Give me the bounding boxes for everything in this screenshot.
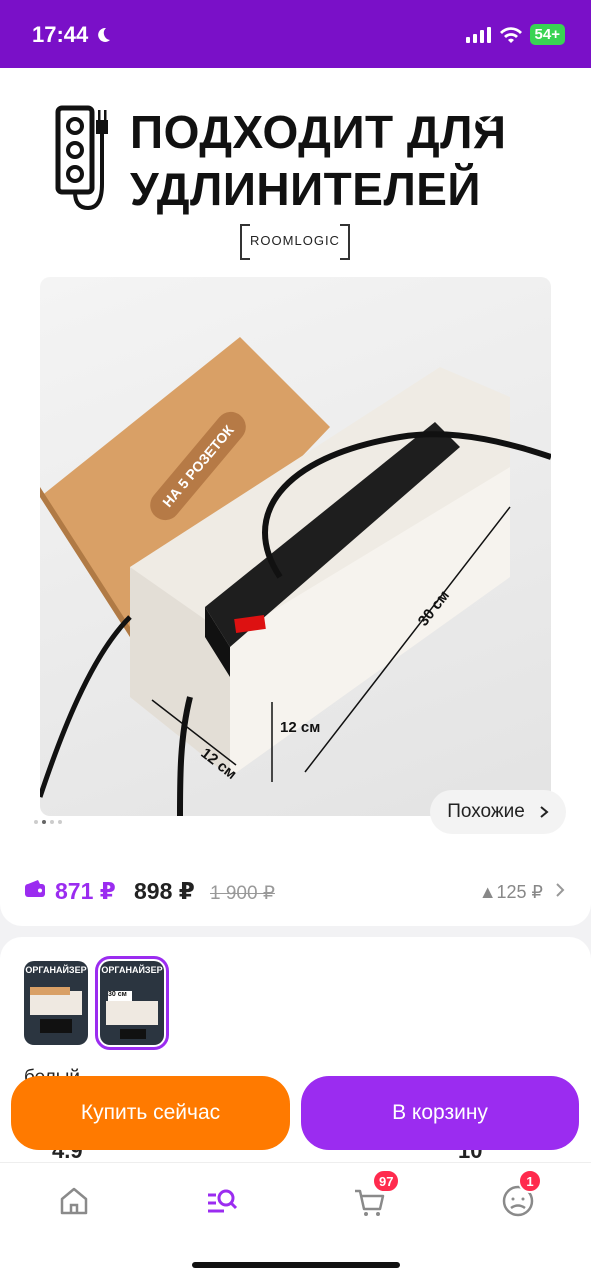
hero-title: ПОДХОДИТ ДЛЯ УДЛИНИТЕЛЕЙ bbox=[130, 104, 507, 218]
chevron-right-icon bbox=[540, 806, 549, 818]
buy-now-button[interactable]: Купить сейчас bbox=[11, 1076, 290, 1150]
variant-thumb-selected[interactable]: ОРГАНАЙЗЕР 30 см bbox=[95, 956, 169, 1050]
similar-button[interactable]: Похожие bbox=[430, 790, 566, 834]
wallet-icon bbox=[25, 880, 45, 897]
status-bar: 17:44 54+ bbox=[0, 0, 591, 68]
back-icon[interactable] bbox=[22, 90, 52, 130]
power-strip-logo-icon bbox=[55, 105, 108, 211]
carousel-dot bbox=[50, 820, 54, 824]
old-price: 1 900 ₽ bbox=[210, 883, 275, 904]
battery-indicator: 54+ bbox=[529, 24, 565, 45]
regular-price: 898 ₽ bbox=[134, 878, 195, 904]
catalog-search-icon[interactable] bbox=[202, 1181, 242, 1221]
heart-icon[interactable] bbox=[466, 94, 502, 126]
price-card[interactable]: 871 ₽ 898 ₽ 1 900 ₽ ▲125 ₽ bbox=[0, 840, 591, 926]
price-bonus: ▲125 ₽ bbox=[478, 882, 543, 902]
card-price: 871 ₽ bbox=[55, 878, 116, 904]
clock-text: 17:44 bbox=[32, 22, 89, 47]
hero-title-line2: УДЛИНИТЕЛЕЙ bbox=[130, 163, 481, 215]
add-to-cart-label: В корзину bbox=[392, 1101, 488, 1124]
questions-count: 10 bbox=[458, 1150, 482, 1162]
rating-row-peek: 4.9 10 bbox=[0, 1150, 591, 1162]
wifi-icon bbox=[499, 26, 522, 43]
height-label: 12 см bbox=[280, 719, 320, 736]
moon-icon bbox=[98, 27, 111, 42]
profile-badge: 1 bbox=[518, 1169, 542, 1193]
similar-label: Похожие bbox=[447, 801, 525, 822]
chevron-right-icon bbox=[556, 883, 565, 897]
product-gallery[interactable]: ПОДХОДИТ ДЛЯ УДЛИНИТЕЛЕЙ ROOMLOGIC НА 5 … bbox=[0, 68, 591, 840]
variant-image bbox=[106, 991, 158, 1039]
buy-now-label: Купить сейчас bbox=[80, 1101, 221, 1124]
tab-cart[interactable]: 97 bbox=[350, 1169, 401, 1221]
status-icons: 54+ bbox=[465, 24, 565, 45]
carousel-dots bbox=[34, 820, 62, 824]
product-photo[interactable]: НА 5 РОЗЕТОК 30 см 12 см 12 см bbox=[40, 277, 551, 816]
signal-icon bbox=[465, 26, 491, 43]
cart-badge: 97 bbox=[372, 1169, 401, 1193]
status-time: 17:44 bbox=[32, 22, 112, 48]
carousel-dot bbox=[58, 820, 62, 824]
variant-image bbox=[30, 987, 82, 1033]
tab-profile[interactable]: 1 bbox=[498, 1169, 542, 1221]
home-indicator bbox=[192, 1262, 400, 1268]
variant-thumb[interactable]: ОРГАНАЙЗЕР bbox=[24, 961, 88, 1045]
product-illustration: НА 5 РОЗЕТОК 30 см 12 см 12 см bbox=[40, 337, 551, 816]
carousel-dot bbox=[42, 820, 46, 824]
rating-value: 4.9 bbox=[52, 1150, 83, 1162]
home-icon[interactable] bbox=[54, 1181, 94, 1221]
variant-size: 30 см bbox=[108, 991, 127, 998]
brand-logo: ROOMLOGIC bbox=[240, 224, 350, 260]
hero-title-line1: ПОДХОДИТ ДЛЯ bbox=[130, 106, 507, 158]
carousel-dot bbox=[34, 820, 38, 824]
share-icon[interactable] bbox=[538, 90, 570, 130]
add-to-cart-button[interactable]: В корзину bbox=[301, 1076, 579, 1150]
